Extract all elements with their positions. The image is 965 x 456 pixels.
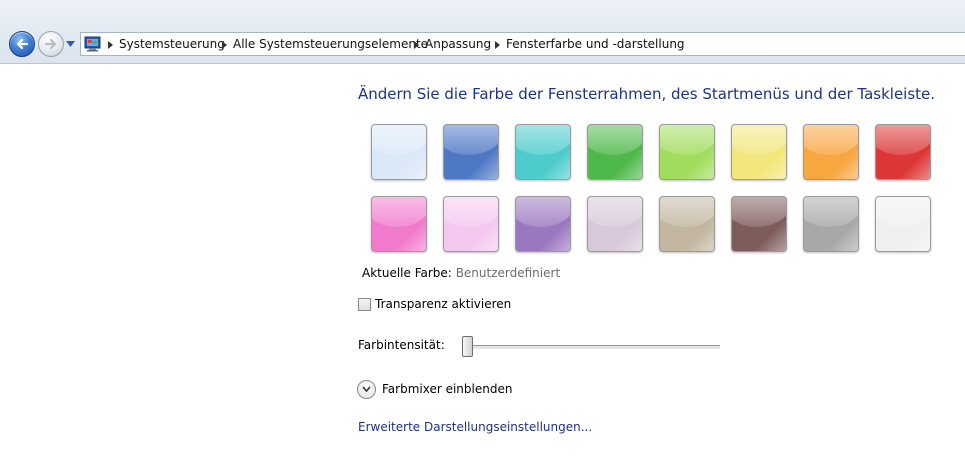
current-color-value: Benutzerdefiniert [455, 266, 561, 280]
color-swatch[interactable] [371, 196, 427, 252]
color-mixer-label[interactable]: Farbmixer einblenden [382, 382, 512, 396]
color-swatch[interactable] [443, 124, 499, 180]
color-intensity-label: Farbintensität: [358, 338, 445, 352]
breadcrumb-item-anpassung[interactable]: Anpassung [425, 33, 491, 55]
current-color-label: Aktuelle Farbe: [362, 266, 452, 280]
color-intensity-track[interactable] [462, 345, 720, 350]
breadcrumb-item-systemsteuerung[interactable]: Systemsteuerung [119, 33, 225, 55]
navigation-bar: Systemsteuerung Alle Systemsteuerungsele… [0, 0, 965, 64]
forward-arrow-icon [44, 38, 57, 50]
breadcrumb-separator[interactable] [222, 41, 227, 49]
color-swatch[interactable] [803, 196, 859, 252]
chevron-down-icon [362, 386, 371, 393]
history-dropdown-button[interactable] [66, 40, 75, 48]
color-intensity-slider-thumb[interactable] [462, 336, 474, 357]
back-button[interactable] [9, 31, 35, 57]
advanced-appearance-link[interactable]: Erweiterte Darstellungseinstellungen... [358, 420, 592, 434]
breadcrumb-item-alle-elemente[interactable]: Alle Systemsteuerungselemente [233, 33, 428, 55]
color-swatch[interactable] [515, 124, 571, 180]
color-swatch[interactable] [659, 196, 715, 252]
color-swatch[interactable] [731, 124, 787, 180]
page-heading: Ändern Sie die Farbe der Fensterrahmen, … [358, 85, 936, 103]
color-swatch[interactable] [371, 124, 427, 180]
color-swatch[interactable] [587, 196, 643, 252]
forward-button[interactable] [38, 31, 64, 57]
color-swatch[interactable] [875, 196, 931, 252]
breadcrumb-separator[interactable] [108, 41, 113, 49]
transparency-label[interactable]: Transparenz aktivieren [375, 297, 511, 311]
color-swatch[interactable] [731, 196, 787, 252]
color-swatch[interactable] [443, 196, 499, 252]
address-bar[interactable]: Systemsteuerung Alle Systemsteuerungsele… [80, 32, 965, 56]
breadcrumb-separator[interactable] [495, 41, 500, 49]
color-mixer-expand-button[interactable] [357, 380, 376, 399]
back-arrow-icon [16, 38, 29, 50]
color-swatch[interactable] [515, 196, 571, 252]
color-swatch[interactable] [587, 124, 643, 180]
color-swatch[interactable] [659, 124, 715, 180]
control-panel-icon [84, 36, 101, 52]
transparency-checkbox[interactable] [358, 298, 371, 311]
current-color-text: Aktuelle Farbe: Benutzerdefiniert [362, 266, 560, 280]
color-swatch[interactable] [803, 124, 859, 180]
breadcrumb-separator[interactable] [414, 41, 419, 49]
color-swatch[interactable] [875, 124, 931, 180]
breadcrumb-item-fensterfarbe[interactable]: Fensterfarbe und -darstellung [506, 33, 685, 55]
